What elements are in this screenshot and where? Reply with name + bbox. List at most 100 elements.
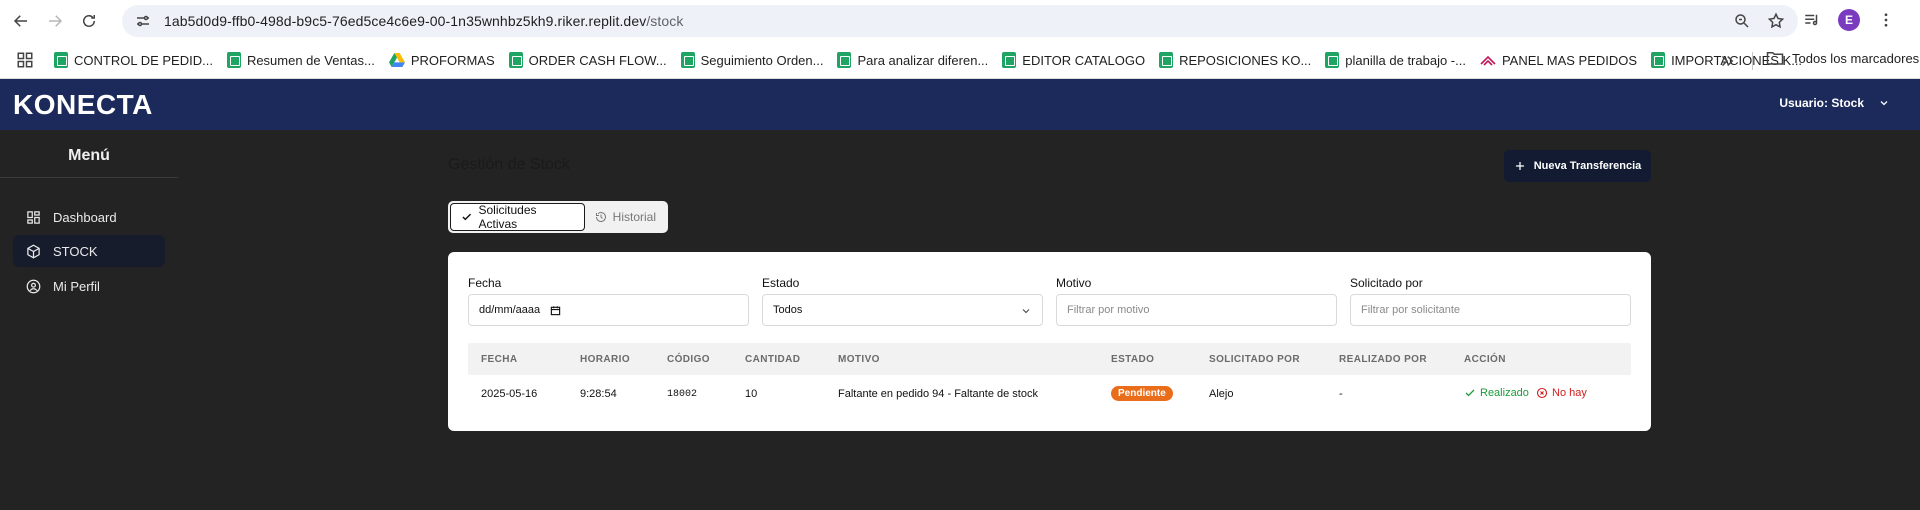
bookmark-label: CONTROL DE PEDID...	[74, 52, 213, 68]
filter-label: Solicitado por	[1350, 276, 1423, 290]
status-select[interactable]: Todos	[762, 294, 1043, 326]
column-header[interactable]: FECHA	[481, 354, 517, 365]
url-text[interactable]: 1ab5d0d9-ffb0-498d-b9c5-76ed5ce4c6e9-00-…	[164, 13, 683, 29]
arrow-left-icon	[13, 15, 27, 27]
cell-realizado: -	[1339, 388, 1343, 400]
sidebar-item-profile[interactable]: Mi Perfil	[13, 270, 165, 302]
user-label: Usuario: Stock	[1779, 96, 1864, 110]
bookmark-item[interactable]: planilla de trabajo -...	[1325, 52, 1466, 68]
column-header[interactable]: CANTIDAD	[745, 354, 800, 365]
arrow-right-icon	[49, 15, 63, 27]
status-badge: Pendiente	[1111, 386, 1173, 401]
user-circle-icon	[26, 279, 41, 293]
bookmark-item[interactable]: PROFORMAS	[388, 52, 495, 68]
forward-button[interactable]	[38, 4, 72, 38]
browser-toolbar: 1ab5d0d9-ffb0-498d-b9c5-76ed5ce4c6e9-00-…	[0, 0, 1920, 42]
bookmark-item[interactable]: PANEL MAS PEDIDOS	[1480, 53, 1637, 68]
divider	[1752, 52, 1753, 70]
column-header[interactable]: CÓDIGO	[667, 354, 710, 365]
requester-input[interactable]: Filtrar por solicitante	[1350, 294, 1631, 326]
filter-motivo: Motivo Filtrar por motivo	[1056, 276, 1337, 326]
chrome-menu-icon[interactable]	[1874, 8, 1898, 32]
column-header[interactable]: ESTADO	[1111, 354, 1154, 365]
sidebar-item-stock[interactable]: STOCK	[13, 235, 165, 267]
table-row: 2025-05-16 9:28:54 18002 10 Faltante en …	[468, 375, 1631, 413]
requester-placeholder: Filtrar por solicitante	[1361, 304, 1461, 316]
dashboard-icon	[27, 210, 40, 224]
reload-button[interactable]	[72, 4, 106, 38]
app-header: KONECTA Usuario: Stock	[0, 79, 1920, 130]
x-circle-icon	[1536, 387, 1548, 399]
profile-avatar[interactable]: E	[1838, 9, 1860, 31]
cell-motivo: Faltante en pedido 94 - Faltante de stoc…	[838, 388, 1038, 400]
bookmark-item[interactable]: CONTROL DE PEDID...	[54, 52, 213, 68]
media-control-icon[interactable]	[1800, 8, 1824, 32]
column-header[interactable]: SOLICITADO POR	[1209, 354, 1300, 365]
cell-solicitado: Alejo	[1209, 388, 1234, 400]
bookmark-label: planilla de trabajo -...	[1345, 52, 1466, 68]
cell-cantidad: 10	[745, 388, 758, 400]
sidebar-title: Menú	[68, 147, 110, 164]
cell-fecha: 2025-05-16	[481, 388, 538, 400]
bookmark-item[interactable]: ORDER CASH FLOW...	[508, 52, 667, 68]
tab-active-requests[interactable]: Solicitudes Activas	[450, 203, 585, 231]
bookmarks-bar: CONTROL DE PEDID... Resumen de Ventas...…	[0, 42, 1920, 79]
bookmark-star-icon[interactable]	[1766, 11, 1786, 31]
check-icon	[462, 213, 472, 221]
requests-card: Fecha dd/mm/aaaa Estado Todos Motivo Fil…	[448, 252, 1651, 431]
back-button[interactable]	[4, 4, 38, 38]
sheets-icon	[837, 52, 852, 68]
bookmark-label: PROFORMAS	[410, 52, 495, 68]
box-icon	[27, 244, 40, 258]
new-transfer-button[interactable]: Nueva Transferencia	[1504, 150, 1651, 182]
apps-grid-icon[interactable]	[16, 51, 34, 69]
zoom-icon[interactable]	[1732, 11, 1752, 31]
bookmark-item[interactable]: Resumen de Ventas...	[226, 52, 375, 68]
sheets-icon	[508, 52, 523, 68]
sheets-icon	[680, 52, 695, 68]
column-header[interactable]: MOTIVO	[838, 354, 880, 365]
bookmark-label: Seguimiento Orden...	[700, 52, 824, 68]
tab-bar: Solicitudes Activas Historial	[448, 201, 668, 233]
cell-codigo: 18002	[667, 389, 698, 400]
divider	[0, 177, 178, 178]
plus-icon	[1515, 162, 1524, 170]
tab-history[interactable]: Historial	[585, 203, 666, 231]
filter-solicitado: Solicitado por Filtrar por solicitante	[1350, 276, 1631, 326]
bookmark-label: PANEL MAS PEDIDOS	[1501, 52, 1638, 68]
motivo-placeholder: Filtrar por motivo	[1067, 304, 1150, 316]
bookmark-item[interactable]: Seguimiento Orden...	[680, 52, 824, 68]
sheets-icon	[1002, 52, 1017, 68]
date-value: dd/mm/aaaa	[479, 304, 541, 316]
chevron-double-right-icon[interactable]	[1718, 52, 1736, 70]
app-logo[interactable]: KONECTA	[13, 89, 153, 121]
bookmark-item[interactable]: Para analizar diferen...	[837, 52, 988, 68]
panel-icon	[1480, 55, 1496, 66]
bookmark-label: Para analizar diferen...	[857, 52, 989, 68]
table-header: FECHA HORARIO CÓDIGO CANTIDAD MOTIVO EST…	[468, 343, 1631, 375]
date-input[interactable]: dd/mm/aaaa	[468, 294, 749, 326]
sheets-icon	[1651, 52, 1666, 68]
motivo-input[interactable]: Filtrar por motivo	[1056, 294, 1337, 326]
column-header[interactable]: HORARIO	[580, 354, 630, 365]
url-path: /stock	[646, 13, 684, 29]
sidebar-item-dashboard[interactable]: Dashboard	[13, 201, 165, 233]
all-bookmarks-button[interactable]: Todos los marcadores	[1752, 50, 1920, 70]
all-bookmarks-label: Todos los marcadores	[1792, 50, 1920, 66]
column-header[interactable]: REALIZADO POR	[1339, 354, 1427, 365]
sheets-icon	[1325, 52, 1340, 68]
sidebar-item-label: STOCK	[53, 243, 98, 259]
address-bar[interactable]: 1ab5d0d9-ffb0-498d-b9c5-76ed5ce4c6e9-00-…	[122, 5, 1798, 37]
calendar-icon[interactable]	[550, 305, 561, 316]
bookmark-item[interactable]: REPOSICIONES KO...	[1159, 52, 1311, 68]
page-title: Gestión de Stock	[448, 156, 570, 173]
bookmark-item[interactable]: EDITOR CATALOGO	[1002, 52, 1145, 68]
sidebar: Menú Dashboard STOCK Mi Perfil	[0, 130, 178, 510]
mark-done-button[interactable]: Realizado	[1464, 387, 1529, 399]
user-menu[interactable]: Usuario: Stock	[1779, 96, 1890, 110]
not-available-button[interactable]: No hay	[1536, 387, 1587, 399]
bookmark-label: Resumen de Ventas...	[246, 52, 375, 68]
history-icon	[595, 212, 606, 222]
site-info-icon[interactable]	[134, 12, 152, 30]
column-header[interactable]: ACCIÓN	[1464, 354, 1506, 365]
